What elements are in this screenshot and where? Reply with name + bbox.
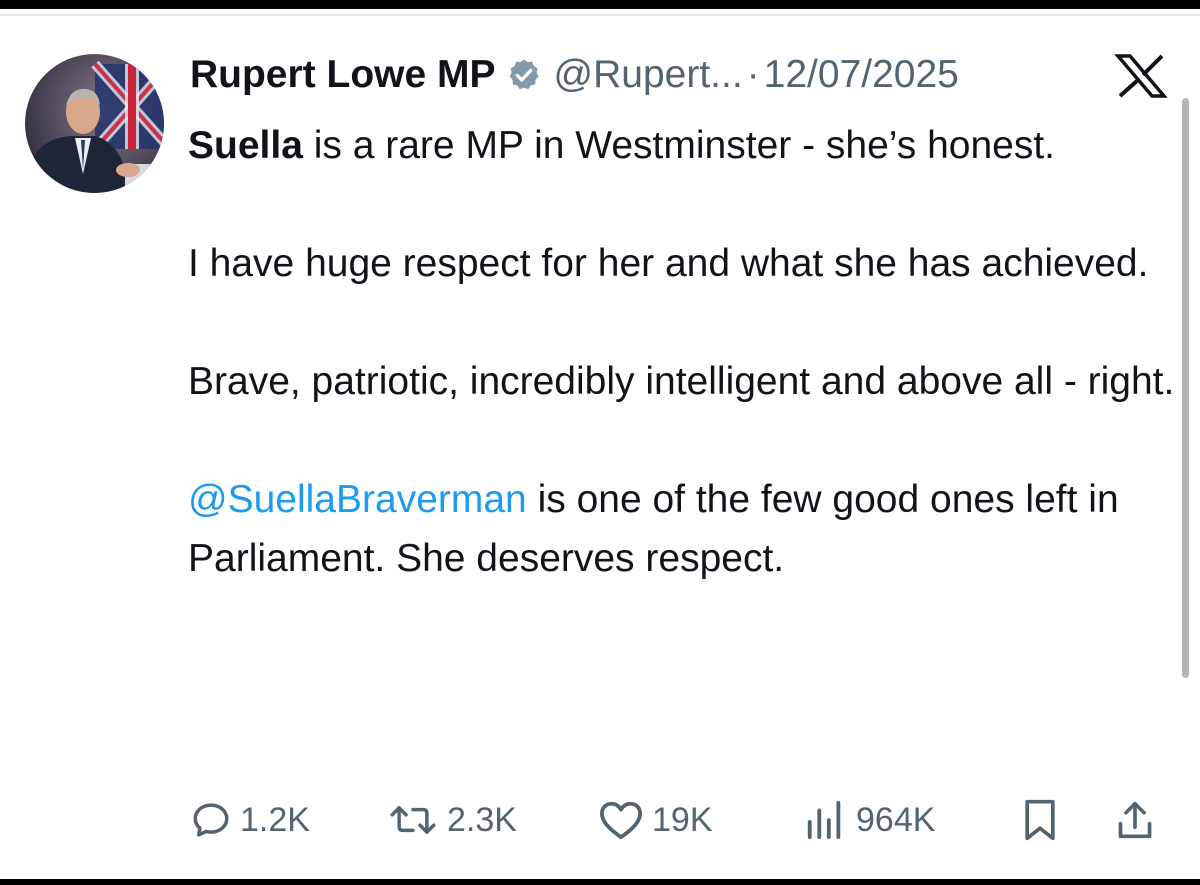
tweet-paragraph-4: @SuellaBraverman is one of the few good … xyxy=(188,470,1178,588)
top-edge-bar xyxy=(0,0,1200,9)
bookmark-button[interactable] xyxy=(1020,795,1060,845)
reply-count: 1.2K xyxy=(240,800,310,839)
views-count: 964K xyxy=(856,800,936,839)
repost-count: 2.3K xyxy=(447,800,517,839)
tweet-body: Suella is a rare MP in Westminster - she… xyxy=(188,116,1178,588)
paragraph-text: I have huge respect for her and what she… xyxy=(188,242,1149,285)
views-chart-icon xyxy=(807,800,841,840)
heart-icon xyxy=(600,801,642,840)
x-logo-icon xyxy=(1112,54,1170,98)
paragraph-text: is a rare MP in Westminster - she’s hone… xyxy=(302,124,1056,167)
tweet-date[interactable]: 12/07/2025 xyxy=(764,53,959,97)
top-divider xyxy=(0,14,1200,16)
scrollbar[interactable] xyxy=(1182,98,1189,678)
bottom-edge-bar xyxy=(0,879,1200,885)
author-name[interactable]: Rupert Lowe MP xyxy=(190,53,496,97)
separator-dot: · xyxy=(746,53,760,96)
repost-icon xyxy=(390,806,436,834)
tweet-header: Rupert Lowe MP @Rupert... · 12/07/2025 xyxy=(190,50,959,100)
tweet-paragraph-1: Suella is a rare MP in Westminster - she… xyxy=(188,116,1178,175)
reply-button[interactable]: 1.2K xyxy=(190,795,310,845)
bold-lead: Suella xyxy=(188,124,303,167)
avatar[interactable] xyxy=(25,54,164,193)
author-handle[interactable]: @Rupert... xyxy=(554,53,743,97)
mention-link[interactable]: @SuellaBraverman xyxy=(188,478,527,521)
repost-button[interactable]: 2.3K xyxy=(387,795,517,845)
tweet-screenshot: Rupert Lowe MP @Rupert... · 12/07/2025 S… xyxy=(0,0,1200,885)
action-bar: 1.2K 2.3K 19K 964K xyxy=(190,795,1170,845)
reply-icon xyxy=(193,803,229,837)
like-count: 19K xyxy=(652,800,713,839)
share-button[interactable] xyxy=(1115,795,1155,845)
tweet-paragraph-2: I have huge respect for her and what she… xyxy=(188,234,1178,293)
share-icon xyxy=(1118,801,1152,839)
views-button[interactable]: 964K xyxy=(802,795,935,845)
like-button[interactable]: 19K xyxy=(598,795,713,845)
verified-badge-icon xyxy=(506,57,542,93)
paragraph-text: Brave, patriotic, incredibly intelligent… xyxy=(188,360,1175,403)
tweet-paragraph-3: Brave, patriotic, incredibly intelligent… xyxy=(188,352,1178,411)
bookmark-icon xyxy=(1025,799,1055,841)
